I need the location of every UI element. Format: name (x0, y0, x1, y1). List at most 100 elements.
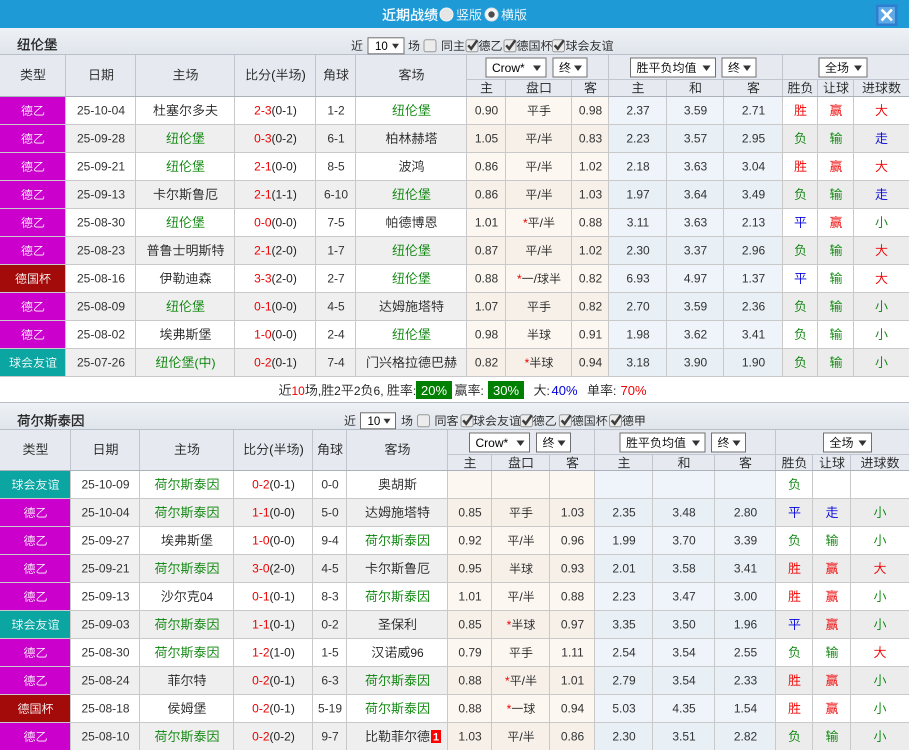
svg-text:3.59: 3.59 (684, 299, 708, 313)
svg-text:0.86: 0.86 (475, 159, 499, 173)
svg-text:0.94: 0.94 (561, 701, 585, 715)
svg-text:2.23: 2.23 (626, 131, 650, 145)
svg-text::: : (413, 384, 416, 398)
svg-text:25-09-03: 25-09-03 (81, 617, 129, 631)
svg-text:2.13: 2.13 (742, 215, 766, 229)
svg-text:1-1: 1-1 (252, 617, 270, 631)
svg-text:25-08-30: 25-08-30 (81, 645, 129, 659)
svg-text:2.71: 2.71 (742, 103, 766, 117)
svg-text:0.90: 0.90 (475, 103, 499, 117)
svg-text:0.92: 0.92 (458, 533, 482, 547)
svg-text:2: 2 (334, 384, 341, 398)
svg-text:0.83: 0.83 (579, 131, 603, 145)
svg-text:0-1: 0-1 (254, 299, 272, 313)
svg-text:(2-0): (2-0) (272, 243, 297, 257)
svg-text:1.98: 1.98 (626, 327, 650, 341)
svg-text:0.82: 0.82 (475, 355, 499, 369)
svg-text:0.95: 0.95 (458, 561, 482, 575)
svg-text:3.54: 3.54 (672, 645, 696, 659)
svg-text:(2-0): (2-0) (270, 561, 295, 575)
svg-text:25-08-09: 25-08-09 (77, 299, 125, 313)
svg-text:): ) (300, 442, 304, 457)
svg-text:1.90: 1.90 (742, 355, 766, 369)
svg-text::: : (547, 384, 550, 398)
svg-text:1-2: 1-2 (327, 103, 345, 117)
svg-text:3.41: 3.41 (734, 561, 758, 575)
svg-text:*: * (525, 356, 530, 370)
svg-text:3.39: 3.39 (734, 533, 758, 547)
svg-text:20%: 20% (421, 383, 447, 398)
svg-text:2.35: 2.35 (612, 505, 636, 519)
svg-text:1.37: 1.37 (742, 271, 766, 285)
svg-text:1.03: 1.03 (579, 187, 603, 201)
svg-text:*: * (517, 272, 522, 286)
svg-text:2.80: 2.80 (734, 505, 758, 519)
svg-text:1.11: 1.11 (561, 645, 584, 659)
svg-text:25-09-21: 25-09-21 (81, 561, 129, 575)
svg-text:3.11: 3.11 (627, 215, 650, 229)
svg-text:2.96: 2.96 (742, 243, 766, 257)
svg-text:3.59: 3.59 (684, 103, 708, 117)
svg-text:2-1: 2-1 (254, 243, 272, 257)
svg-text:0.85: 0.85 (458, 505, 482, 519)
svg-text:2.30: 2.30 (626, 243, 650, 257)
svg-text::: : (481, 384, 484, 398)
svg-text:0.86: 0.86 (561, 729, 585, 743)
svg-text:0.98: 0.98 (579, 103, 603, 117)
svg-text:0.91: 0.91 (579, 327, 603, 341)
svg-text:(: ( (269, 442, 274, 457)
svg-text:0.85: 0.85 (458, 617, 482, 631)
svg-text:25-08-18: 25-08-18 (81, 701, 129, 715)
svg-text:(0-0): (0-0) (272, 159, 297, 173)
svg-text:3.64: 3.64 (684, 187, 708, 201)
svg-text:(0-1): (0-1) (270, 589, 295, 603)
svg-text:(0-0): (0-0) (272, 327, 297, 341)
svg-text:(0-1): (0-1) (270, 673, 295, 687)
svg-text:1-0: 1-0 (252, 533, 270, 547)
svg-text:3.54: 3.54 (672, 673, 696, 687)
svg-text:6-3: 6-3 (321, 673, 339, 687)
svg-text:2.79: 2.79 (612, 673, 636, 687)
svg-text:(1-0): (1-0) (270, 645, 295, 659)
svg-text:2.37: 2.37 (626, 103, 650, 117)
svg-text:25-09-28: 25-09-28 (77, 131, 125, 145)
svg-text:(0-2): (0-2) (270, 729, 295, 743)
svg-text:25-10-04: 25-10-04 (81, 505, 129, 519)
svg-text:5-19: 5-19 (318, 701, 342, 715)
svg-text:0.82: 0.82 (579, 271, 603, 285)
svg-text:(0-0): (0-0) (272, 215, 297, 229)
svg-text:5-0: 5-0 (321, 505, 339, 519)
svg-text:0.94: 0.94 (579, 355, 603, 369)
svg-text:0.88: 0.88 (458, 673, 482, 687)
svg-text:3.90: 3.90 (684, 355, 708, 369)
svg-text:3.18: 3.18 (626, 355, 650, 369)
svg-text:(0-1): (0-1) (270, 701, 295, 715)
svg-text:1.01: 1.01 (475, 215, 499, 229)
svg-text:(0-1): (0-1) (272, 355, 297, 369)
svg-text:0-2: 0-2 (254, 355, 272, 369)
svg-text:*: * (507, 618, 512, 632)
svg-text:8-5: 8-5 (327, 159, 345, 173)
svg-text:2-3: 2-3 (254, 103, 272, 117)
svg-text:0.96: 0.96 (561, 533, 585, 547)
svg-text:3.37: 3.37 (684, 243, 708, 257)
svg-text:1.03: 1.03 (561, 505, 585, 519)
svg-text:1-0: 1-0 (254, 327, 272, 341)
svg-text:0-2: 0-2 (252, 729, 270, 743)
svg-text:96: 96 (410, 646, 424, 660)
svg-text:(0-1): (0-1) (270, 617, 295, 631)
svg-text:0.82: 0.82 (579, 299, 603, 313)
svg-text:4-5: 4-5 (327, 299, 345, 313)
svg-text:25-09-21: 25-09-21 (77, 159, 125, 173)
svg-text:9-4: 9-4 (321, 533, 339, 547)
svg-text:1-2: 1-2 (252, 645, 270, 659)
svg-text:2.30: 2.30 (612, 729, 636, 743)
svg-text:1.54: 1.54 (734, 701, 758, 715)
svg-text:1.01: 1.01 (561, 673, 585, 687)
svg-text:3.63: 3.63 (684, 215, 708, 229)
svg-text:25-08-16: 25-08-16 (77, 271, 125, 285)
svg-text:10: 10 (368, 416, 381, 428)
svg-text:25-07-26: 25-07-26 (77, 355, 125, 369)
svg-text:0-0: 0-0 (254, 215, 272, 229)
svg-text:1.03: 1.03 (458, 729, 482, 743)
